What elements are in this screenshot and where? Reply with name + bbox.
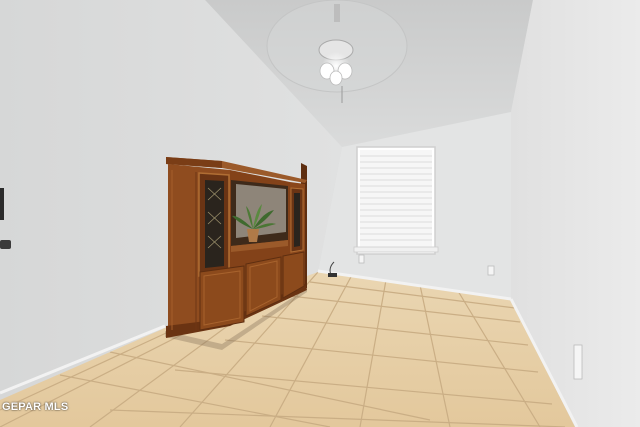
door-edge [0, 188, 4, 220]
mls-watermark: GEPAR MLS [2, 401, 69, 413]
door-handle [0, 240, 11, 249]
wall-outlet-back [487, 265, 495, 276]
wall-outlet-back-left [358, 254, 365, 264]
room-photo: GEPAR MLS [0, 0, 640, 427]
window-blinds [353, 146, 439, 255]
wall-outlet-right [573, 344, 583, 380]
room-illustration [0, 0, 640, 427]
